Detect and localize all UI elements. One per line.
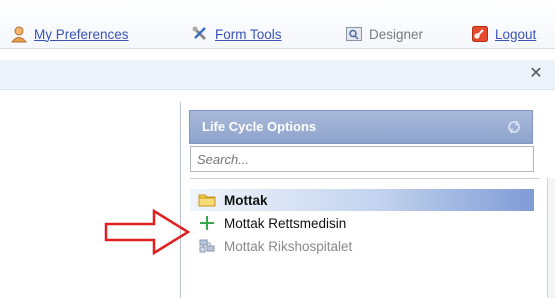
logout-icon <box>471 25 489 43</box>
dialog-toolbar: ✕ <box>0 60 555 90</box>
nav-logout[interactable]: Logout <box>471 24 536 44</box>
tools-icon <box>191 25 209 43</box>
list-item-label: Mottak Rikshospitalet <box>224 238 353 254</box>
nav-my-preferences[interactable]: My Preferences <box>10 24 129 44</box>
network-icon <box>198 237 216 255</box>
red-arrow-annotation <box>104 208 190 256</box>
list-item-mottak[interactable]: Mottak <box>190 189 534 211</box>
folder-icon <box>198 191 216 209</box>
list-item-label: Mottak Rettsmedisin <box>224 215 347 231</box>
list-scrollbar[interactable] <box>547 178 555 298</box>
my-preferences-link[interactable]: My Preferences <box>34 27 129 42</box>
refresh-icon[interactable] <box>506 119 522 135</box>
panel-title: Life Cycle Options <box>202 119 317 134</box>
list-item-label: Mottak <box>224 192 268 208</box>
nav-form-tools[interactable]: Form Tools <box>191 24 282 44</box>
close-icon[interactable]: ✕ <box>527 65 545 83</box>
list-item-mottak-rikshospitalet[interactable]: Mottak Rikshospitalet <box>190 235 534 257</box>
nav-designer[interactable]: Designer <box>345 24 423 44</box>
logout-link[interactable]: Logout <box>495 27 536 42</box>
search-input[interactable] <box>190 146 534 172</box>
panel-header: Life Cycle Options <box>189 110 533 144</box>
designer-label[interactable]: Designer <box>369 27 423 42</box>
plus-icon <box>198 214 216 232</box>
lifecycle-options-panel: Life Cycle Options Mottak <box>180 102 555 298</box>
list-item-mottak-rettsmedisin[interactable]: Mottak Rettsmedisin <box>190 212 534 234</box>
form-tools-link[interactable]: Form Tools <box>215 27 282 42</box>
lifecycle-list: Mottak Mottak Rettsmedisin Mottak Riksho… <box>190 178 540 298</box>
user-icon <box>10 25 28 43</box>
designer-icon <box>345 25 363 43</box>
top-navigation-bar: My Preferences Form Tools Designer Logou… <box>0 0 555 49</box>
